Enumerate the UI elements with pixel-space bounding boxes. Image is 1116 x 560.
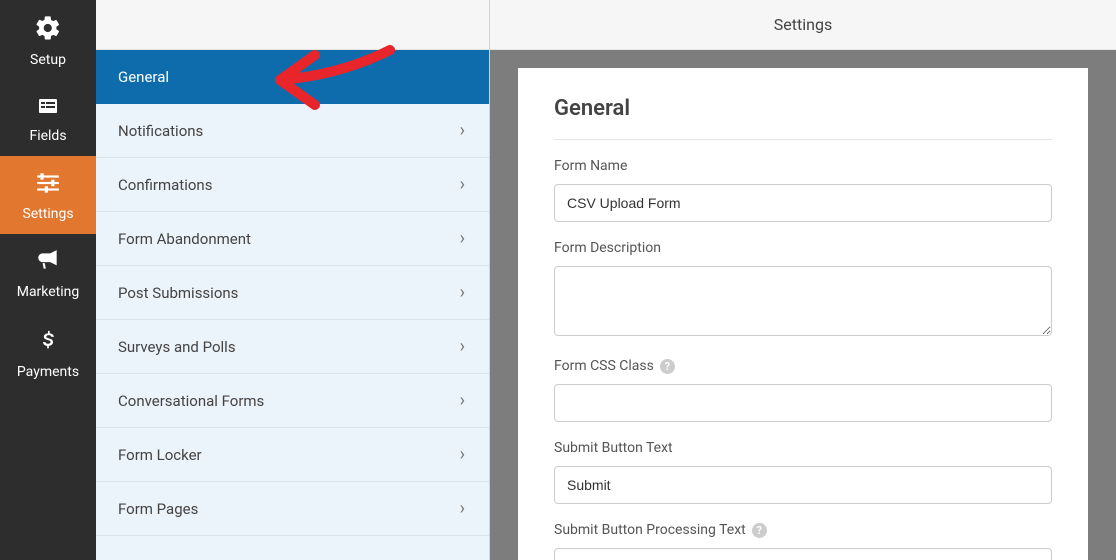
submit-button-text-input[interactable] <box>554 466 1052 504</box>
help-icon[interactable]: ? <box>660 359 675 374</box>
chevron-right-icon: › <box>460 228 465 249</box>
chevron-right-icon: › <box>460 282 465 303</box>
panel-title: General <box>554 96 1052 140</box>
form-name-label: Form Name <box>554 158 1052 174</box>
submit-button-processing-text-input[interactable] <box>554 548 1052 560</box>
subnav-item-form-locker[interactable]: Form Locker › <box>96 428 489 482</box>
page-title: Settings <box>774 15 832 34</box>
settings-subnav: General Notifications › Confirmations › … <box>96 50 489 560</box>
subnav-label: General <box>118 68 169 86</box>
subnav-item-conversational-forms[interactable]: Conversational Forms › <box>96 374 489 428</box>
nav-item-fields[interactable]: Fields <box>0 80 96 156</box>
field-form-css-class: Form CSS Class ? <box>554 358 1052 422</box>
field-form-name: Form Name <box>554 158 1052 222</box>
nav-label: Marketing <box>17 284 80 300</box>
secondary-topbar <box>96 0 489 50</box>
content-column: Settings General Form Name Form Descript… <box>490 0 1116 560</box>
list-icon <box>34 94 62 122</box>
chevron-right-icon: › <box>460 120 465 141</box>
chevron-right-icon: › <box>460 444 465 465</box>
subnav-item-surveys-polls[interactable]: Surveys and Polls › <box>96 320 489 374</box>
general-settings-panel: General Form Name Form Description Form … <box>518 68 1088 560</box>
field-form-description: Form Description <box>554 240 1052 340</box>
field-submit-button-processing-text: Submit Button Processing Text ? <box>554 522 1052 560</box>
subnav-label: Conversational Forms <box>118 392 264 410</box>
nav-label: Fields <box>29 128 66 144</box>
field-submit-button-text: Submit Button Text <box>554 440 1052 504</box>
subnav-label: Confirmations <box>118 176 212 194</box>
subnav-item-general[interactable]: General <box>96 50 489 104</box>
subnav-item-confirmations[interactable]: Confirmations › <box>96 158 489 212</box>
form-css-class-input[interactable] <box>554 384 1052 422</box>
nav-label: Payments <box>17 364 79 380</box>
nav-label: Settings <box>22 206 73 222</box>
help-icon[interactable]: ? <box>752 523 767 538</box>
page-header: Settings <box>490 0 1116 50</box>
content-body: General Form Name Form Description Form … <box>490 50 1116 560</box>
subnav-label: Surveys and Polls <box>118 338 236 356</box>
nav-item-settings[interactable]: Settings <box>0 156 96 234</box>
form-name-input[interactable] <box>554 184 1052 222</box>
dollar-icon <box>38 326 58 358</box>
submit-button-processing-text-label: Submit Button Processing Text <box>554 522 746 538</box>
nav-item-marketing[interactable]: Marketing <box>0 234 96 312</box>
subnav-label: Form Locker <box>118 446 202 464</box>
form-css-class-label: Form CSS Class <box>554 358 654 374</box>
subnav-item-form-abandonment[interactable]: Form Abandonment › <box>96 212 489 266</box>
chevron-right-icon: › <box>460 174 465 195</box>
bullhorn-icon <box>34 248 62 278</box>
chevron-right-icon: › <box>460 498 465 519</box>
primary-nav: Setup Fields Settings Marketing Payments <box>0 0 96 560</box>
subnav-label: Form Pages <box>118 500 198 518</box>
subnav-item-form-pages[interactable]: Form Pages › <box>96 482 489 536</box>
subnav-item-notifications[interactable]: Notifications › <box>96 104 489 158</box>
sliders-icon <box>33 170 63 200</box>
subnav-label: Notifications <box>118 122 203 140</box>
secondary-nav-column: General Notifications › Confirmations › … <box>96 0 490 560</box>
chevron-right-icon: › <box>460 336 465 357</box>
form-description-input[interactable] <box>554 266 1052 336</box>
subnav-label: Form Abandonment <box>118 230 251 248</box>
subnav-label: Post Submissions <box>118 284 238 302</box>
nav-item-setup[interactable]: Setup <box>0 0 96 80</box>
chevron-right-icon: › <box>460 390 465 411</box>
gear-icon <box>34 14 62 46</box>
submit-button-text-label: Submit Button Text <box>554 440 1052 456</box>
nav-label: Setup <box>30 52 66 68</box>
subnav-item-post-submissions[interactable]: Post Submissions › <box>96 266 489 320</box>
form-description-label: Form Description <box>554 240 1052 256</box>
nav-item-payments[interactable]: Payments <box>0 312 96 392</box>
